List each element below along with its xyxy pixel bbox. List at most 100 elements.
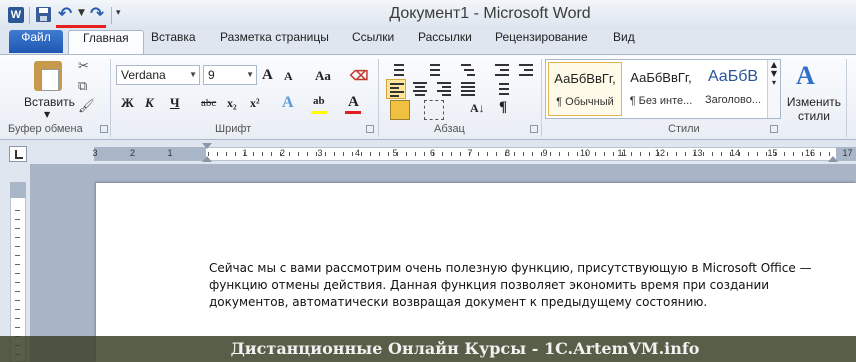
decrease-indent-icon[interactable] <box>492 60 512 80</box>
line-spacing-icon[interactable] <box>492 79 512 99</box>
styles-gallery: АаБбВвГг, ¶ Обычный АаБбВвГг, ¶ Без инте… <box>545 59 781 119</box>
format-painter-icon[interactable]: 🖌 <box>78 99 95 114</box>
clipboard-launcher-icon[interactable] <box>100 125 108 133</box>
font-size-box[interactable]: 9 ▼ <box>203 65 257 85</box>
tab-selector-icon[interactable] <box>9 146 27 162</box>
shading-icon[interactable] <box>390 100 410 120</box>
sort-icon[interactable]: A↓ <box>470 101 485 116</box>
align-left-button[interactable] <box>386 79 406 99</box>
paragraph-group-label: Абзац <box>434 123 465 135</box>
ruler-number: 2 <box>280 148 286 158</box>
right-indent-marker[interactable] <box>828 156 838 162</box>
ruler-number: 7 <box>467 148 473 158</box>
tab-insert[interactable]: Вставка <box>151 30 196 54</box>
ruler-number: 1 <box>242 148 248 158</box>
ruler-number: 14 <box>730 148 741 158</box>
watermark-text: Дистанционные Онлайн Курсы - 1C.ArtemVM.… <box>230 339 700 358</box>
cut-icon[interactable]: ✂ <box>78 59 89 74</box>
underline-button[interactable]: Ч <box>170 95 180 111</box>
clear-format-icon[interactable]: ⌫ <box>350 68 368 84</box>
change-case-button[interactable]: Aa <box>315 68 331 84</box>
first-line-indent-marker[interactable] <box>202 143 212 149</box>
vertical-ruler-margin <box>10 182 26 198</box>
style-name: Заголово... <box>704 94 762 106</box>
gallery-scroll[interactable]: ▲ ▼ ▾ <box>767 60 780 118</box>
grow-font-button[interactable]: A <box>262 67 273 84</box>
align-center-button[interactable] <box>410 79 430 99</box>
document-text[interactable]: Сейчас мы с вами рассмотрим очень полезн… <box>209 260 829 311</box>
paragraph-launcher-icon[interactable] <box>530 125 538 133</box>
style-name: ¶ Без инте... <box>629 95 693 107</box>
group-separator <box>110 59 111 137</box>
ruler-left-margin <box>94 147 206 161</box>
ruler-number: 8 <box>505 148 511 158</box>
ruler-number: 12 <box>655 148 666 158</box>
ruler-number: 1 <box>167 148 173 158</box>
font-name-box[interactable]: Verdana ▼ <box>116 65 200 85</box>
italic-button[interactable]: К <box>145 95 154 111</box>
bold-button[interactable]: Ж <box>121 95 134 111</box>
ruler-number: 3 <box>92 148 98 158</box>
text-effects-icon[interactable]: A <box>282 94 294 112</box>
group-separator <box>378 59 379 137</box>
strikethrough-button[interactable]: abc <box>201 97 216 109</box>
group-separator <box>541 59 542 137</box>
bullets-icon[interactable] <box>388 60 408 80</box>
font-launcher-icon[interactable] <box>366 125 374 133</box>
tab-home[interactable]: Главная <box>68 30 144 54</box>
ruler-number: 6 <box>430 148 436 158</box>
align-right-button[interactable] <box>434 79 454 99</box>
undo-highlight-mark <box>56 25 106 28</box>
shrink-font-button[interactable]: A <box>284 69 293 84</box>
ruler-number: 4 <box>355 148 361 158</box>
borders-icon[interactable] <box>424 100 444 120</box>
style-sample: АаБбВ <box>707 68 759 85</box>
style-sample: АаБбВвГг, <box>630 70 692 85</box>
style-tile-heading[interactable]: АаБбВ Заголово... <box>698 62 768 116</box>
copy-icon[interactable]: ⧉ <box>78 79 87 94</box>
highlight-button[interactable]: ab <box>313 95 325 107</box>
ruler-number: 16 <box>805 148 816 158</box>
numbering-icon[interactable] <box>424 60 444 80</box>
style-tile-no-spacing[interactable]: АаБбВвГг, ¶ Без инте... <box>624 62 698 116</box>
ruler-number: 13 <box>692 148 703 158</box>
show-marks-button[interactable]: ¶ <box>499 99 507 116</box>
font-size-value: 9 <box>208 68 215 82</box>
tab-page-layout[interactable]: Разметка страницы <box>220 30 329 54</box>
paste-button[interactable]: Вставить <box>24 95 75 109</box>
ribbon: Вставить ▼ ✂ ⧉ 🖌 Буфер обмена Verdana ▼ … <box>0 54 856 140</box>
group-separator <box>846 59 847 137</box>
clipboard-group-label: Буфер обмена <box>8 123 83 135</box>
window-title: Документ1 - Microsoft Word <box>389 5 591 22</box>
styles-group-label: Стили <box>668 123 700 135</box>
tab-mailings[interactable]: Рассылки <box>418 30 472 54</box>
ruler-number: 5 <box>392 148 398 158</box>
superscript-button[interactable]: x² <box>250 96 260 111</box>
font-color-button[interactable]: A <box>348 94 359 111</box>
paste-icon[interactable] <box>34 61 62 91</box>
chevron-down-icon[interactable]: ▼ <box>189 66 197 84</box>
styles-launcher-icon[interactable] <box>770 125 778 133</box>
justify-button[interactable] <box>458 79 478 99</box>
tab-references[interactable]: Ссылки <box>352 30 394 54</box>
ruler-ticks <box>208 152 838 156</box>
ruler-number: 17 <box>842 148 853 158</box>
chevron-down-icon[interactable]: ▼ <box>246 66 254 84</box>
multilevel-list-icon[interactable] <box>458 60 478 80</box>
tab-file[interactable]: Файл <box>9 30 63 53</box>
highlight-color-bar <box>311 111 327 114</box>
ruler-number: 15 <box>767 148 778 158</box>
change-styles-button[interactable]: Изменить стили <box>786 95 842 123</box>
style-sample: АаБбВвГг, <box>554 71 616 86</box>
font-name-value: Verdana <box>121 68 166 82</box>
tab-view[interactable]: Вид <box>613 30 635 54</box>
style-tile-normal[interactable]: АаБбВвГг, ¶ Обычный <box>548 62 622 116</box>
change-styles-icon[interactable]: A <box>796 61 815 91</box>
style-name: ¶ Обычный <box>556 96 614 108</box>
subscript-button[interactable]: x₂ <box>227 96 237 111</box>
tab-review[interactable]: Рецензирование <box>495 30 588 54</box>
paste-dropdown-icon[interactable]: ▼ <box>44 110 50 119</box>
increase-indent-icon[interactable] <box>516 60 536 80</box>
ruler-number: 9 <box>542 148 548 158</box>
hanging-indent-marker[interactable] <box>202 156 212 162</box>
